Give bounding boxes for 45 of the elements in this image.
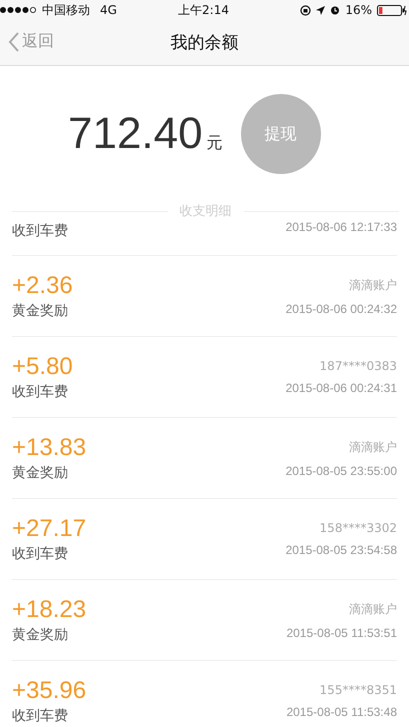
transaction-label: 收到车费 xyxy=(12,707,68,725)
balance-amount: 712.40 xyxy=(68,109,203,159)
transaction-row[interactable]: +35.96 收到车费 155****8351 2015-08-05 11:53:48 xyxy=(12,661,397,727)
signal-icon xyxy=(0,7,38,13)
transaction-amount: +18.23 xyxy=(12,596,86,624)
transaction-label: 黄金奖励 xyxy=(12,302,68,320)
transaction-time: 2015-08-05 23:55:00 xyxy=(286,464,397,478)
location-icon xyxy=(316,6,326,14)
battery-icon xyxy=(377,4,408,16)
transaction-source: 158****3302 xyxy=(320,521,397,535)
rotation-lock-icon xyxy=(300,4,312,16)
transaction-source: 滴滴账户 xyxy=(349,600,397,618)
transaction-row[interactable]: +5.80 收到车费 187****0383 2015-08-06 00:24:31 xyxy=(12,337,397,418)
transaction-amount: +5.80 xyxy=(12,353,73,381)
transaction-label: 黄金奖励 xyxy=(12,464,68,482)
transaction-row[interactable]: +18.23 黄金奖励 滴滴账户 2015-08-05 11:53:51 xyxy=(12,580,397,661)
transaction-source: 187****0383 xyxy=(320,359,397,373)
transaction-time: 2015-08-06 12:17:33 xyxy=(286,220,397,234)
transaction-label: 收到车费 xyxy=(12,222,68,240)
transaction-source: 滴滴账户 xyxy=(349,438,397,456)
transaction-row[interactable]: +27.17 收到车费 158****3302 2015-08-05 23:54:58 xyxy=(12,499,397,580)
transaction-row[interactable]: +13.83 黄金奖励 滴滴账户 2015-08-05 23:55:00 xyxy=(12,418,397,499)
transaction-time: 2015-08-06 00:24:31 xyxy=(286,381,397,395)
back-chevron-icon xyxy=(8,32,20,52)
transaction-amount: +27.17 xyxy=(12,515,86,543)
transaction-time: 2015-08-05 11:53:51 xyxy=(286,626,397,640)
transaction-label: 收到车费 xyxy=(12,545,68,563)
alarm-icon xyxy=(330,5,340,15)
transaction-label: 收到车费 xyxy=(12,383,68,401)
currency-unit: 元 xyxy=(206,133,223,154)
carrier-name: 中国移动 xyxy=(42,2,90,18)
transaction-time: 2015-08-06 00:24:32 xyxy=(286,302,397,316)
transaction-time: 2015-08-05 23:54:58 xyxy=(286,543,397,557)
transaction-amount: +35.96 xyxy=(12,677,86,705)
transaction-label: 黄金奖励 xyxy=(12,626,68,644)
network-type: 4G xyxy=(100,3,117,17)
status-time: 上午2:14 xyxy=(178,2,229,18)
transaction-time: 2015-08-05 11:53:48 xyxy=(286,705,397,719)
transaction-amount: +13.83 xyxy=(12,434,86,462)
page-title: 我的余额 xyxy=(170,32,238,54)
transaction-row[interactable]: +2.36 黄金奖励 滴滴账户 2015-08-06 00:24:32 xyxy=(12,256,397,337)
transaction-amount: +2.36 xyxy=(12,272,73,300)
transaction-source: 155****8351 xyxy=(320,683,397,697)
battery-percent: 16% xyxy=(345,3,372,17)
transaction-source: 滴滴账户 xyxy=(349,276,397,294)
